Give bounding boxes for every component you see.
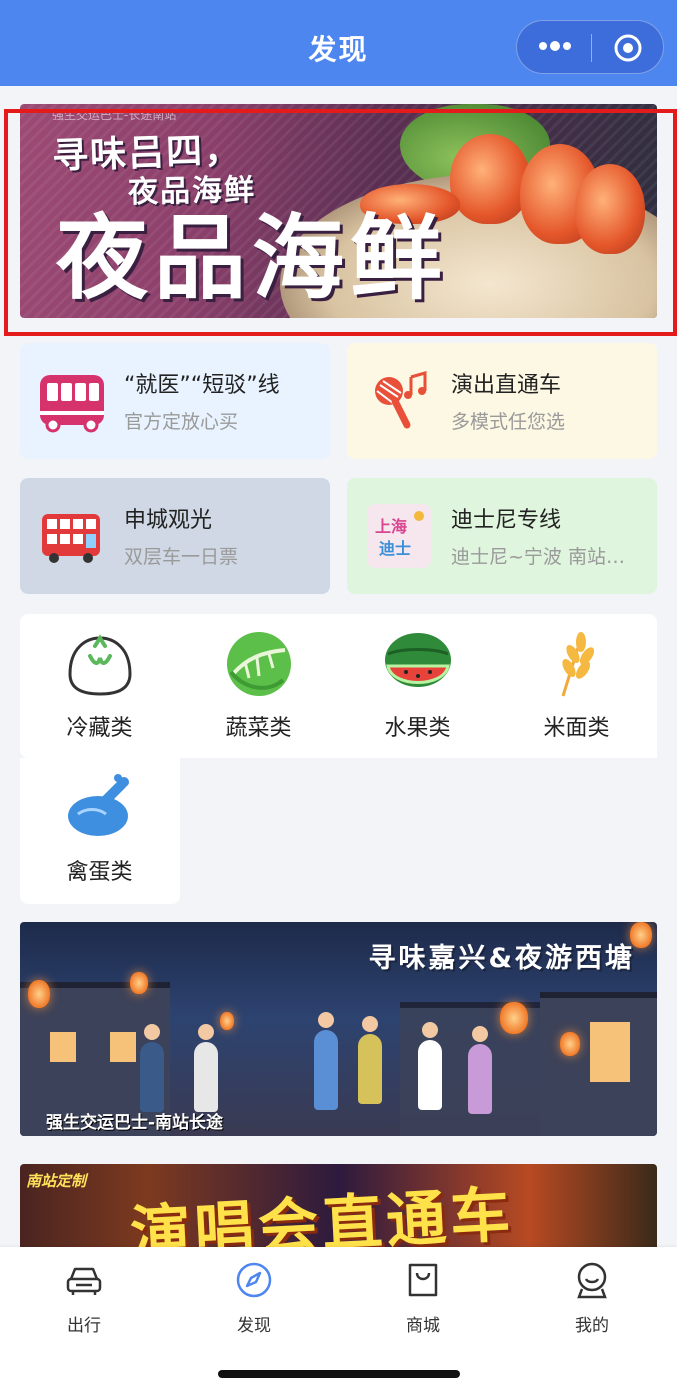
jiaxing-xitang-banner[interactable]: 寻味嘉兴&夜游西塘 强生交运巴士-南站长途 [20,922,657,1136]
banner-footer: 强生交运巴士-南站长途 [46,1113,224,1133]
category-label: 米面类 [543,716,610,741]
card-medical-shuttle[interactable]: “就医”“短驳”线 官方定放心买 [20,343,330,459]
card-show-express[interactable]: 演出直通车 多模式任您选 [347,343,657,459]
tab-label: 发现 [237,1316,271,1336]
person-figure [358,1016,382,1104]
person-figure [194,1024,218,1112]
tab-label: 出行 [67,1316,101,1336]
category-label: 蔬菜类 [225,716,292,741]
person-figure [418,1022,442,1110]
banner-tag: 南站定制 [26,1172,87,1190]
close-target-icon[interactable] [613,33,643,63]
card-description: 双层车一日票 [124,546,239,568]
person-figure [468,1026,492,1114]
category-fruit[interactable]: 水果类 [338,614,497,754]
microphone-icon [375,371,427,429]
lantern [560,1032,580,1056]
shrimp-image [575,164,645,254]
card-title: 迪士尼专线 [451,508,562,533]
shopping-bag-icon [408,1263,438,1297]
category-rice-noodles[interactable]: 米面类 [497,614,656,754]
mini-program-capsule [516,20,664,74]
category-vegetables[interactable]: 蔬菜类 [179,614,338,754]
card-title: 申城观光 [124,508,213,533]
house-window [590,1022,630,1082]
category-grid: 冷藏类 蔬菜类 水果类 米面类 [20,614,657,758]
wheat-icon [561,632,595,697]
tab-mine[interactable]: 我的 [532,1255,652,1336]
lantern [28,980,50,1008]
lantern [220,1012,234,1030]
house-window [110,1032,136,1062]
home-indicator[interactable] [218,1370,460,1378]
double-decker-bus-icon [42,514,100,563]
disney-sticker-icon: 上海 迪士 [367,504,431,568]
card-disney-line[interactable]: 上海 迪士 迪士尼专线 迪士尼~宁波 南站… [347,478,657,594]
shrimp-image [450,134,530,224]
tab-label: 我的 [575,1316,609,1336]
category-label: 水果类 [384,716,451,741]
steamed-bun-icon [68,634,132,696]
house-window [50,1032,76,1062]
category-label: 禽蛋类 [66,860,133,885]
tab-label: 商城 [406,1316,440,1336]
category-label: 冷藏类 [66,716,133,741]
card-description: 多模式任您选 [451,411,566,433]
svg-text:上海: 上海 [375,517,407,536]
tab-discover[interactable]: 发现 [194,1255,314,1336]
person-figure [314,1012,338,1110]
person-figure [140,1024,164,1112]
tab-mall[interactable]: 商城 [363,1255,483,1336]
lantern [500,1002,528,1034]
card-description: 迪士尼~宁波 南站… [451,546,625,568]
watermelon-icon [385,633,451,687]
lantern [130,972,148,994]
banner-headline: 夜品海鲜 [56,205,449,312]
banner-small-text: 强生交运巴士-长途南站 [52,108,177,122]
card-title: “就医”“短驳”线 [124,373,280,398]
car-icon [66,1267,102,1295]
capsule-divider [591,34,592,62]
category-poultry-eggs[interactable]: 禽蛋类 [20,758,179,898]
top-nav-bar: 发现 [0,0,677,86]
cabbage-icon [227,632,291,696]
bus-icon [40,375,104,433]
seafood-promo-banner[interactable]: 强生交运巴士-长途南站 寻味吕四， 夜品海鲜 夜品海鲜 [20,104,657,318]
profile-icon [577,1262,607,1299]
card-city-sightseeing[interactable]: 申城观光 双层车一日票 [20,478,330,594]
card-description: 官方定放心买 [124,411,239,433]
compass-icon [236,1262,272,1298]
roast-chicken-icon [68,774,129,836]
category-cold-storage[interactable]: 冷藏类 [20,614,179,754]
tab-travel[interactable]: 出行 [24,1255,144,1336]
svg-text:迪士: 迪士 [379,539,411,558]
more-icon[interactable] [537,36,573,56]
banner-title: 寻味嘉兴&夜游西塘 [368,943,635,974]
card-title: 演出直通车 [451,373,562,398]
category-grid-row2: 禽蛋类 [20,758,180,904]
